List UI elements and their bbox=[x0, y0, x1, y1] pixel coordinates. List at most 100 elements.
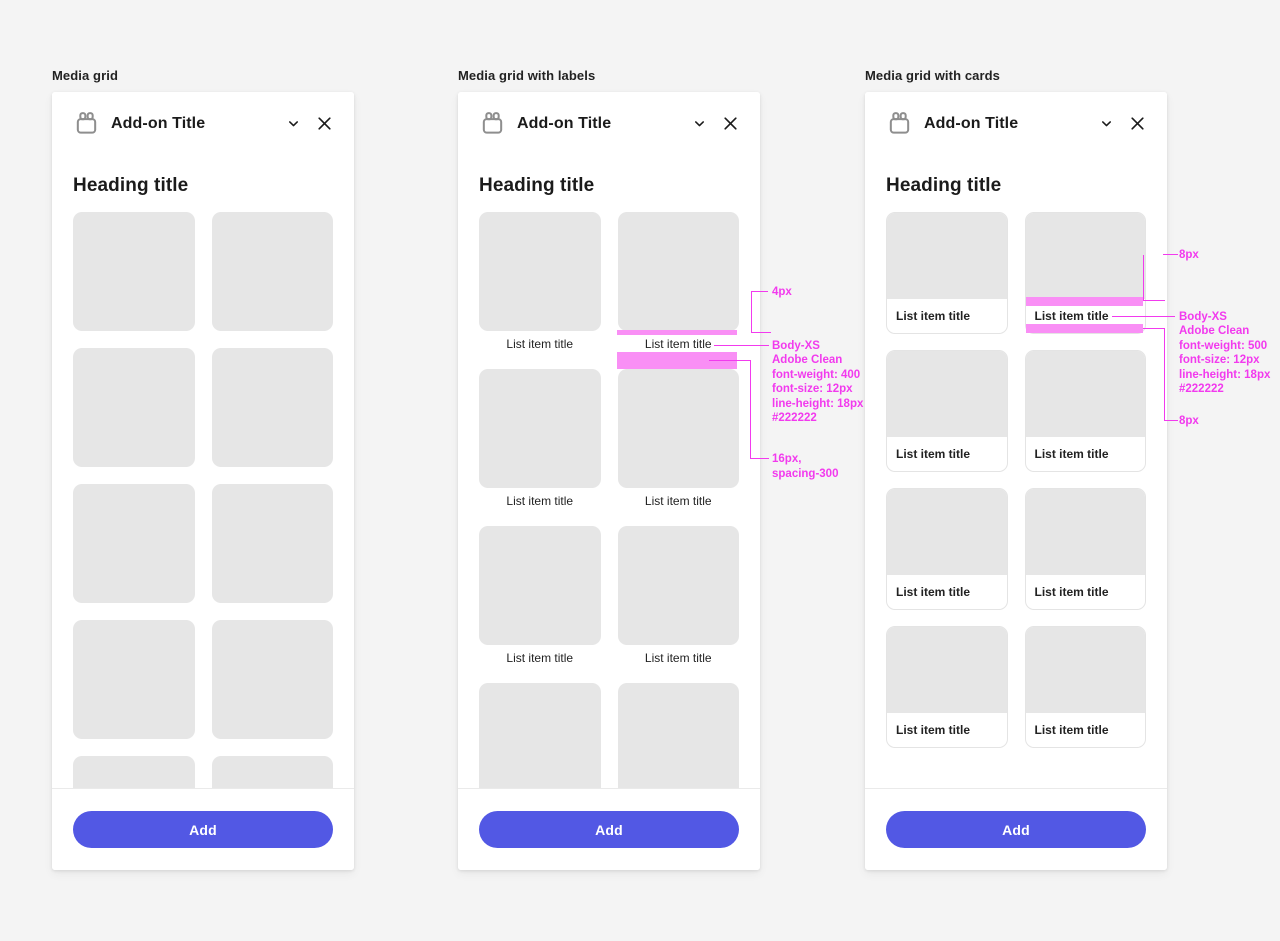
chevron-down-icon[interactable] bbox=[688, 113, 710, 135]
media-card[interactable]: List item title bbox=[1024, 212, 1146, 334]
media-card[interactable]: List item title bbox=[886, 626, 1008, 748]
media-item-label: List item title bbox=[506, 337, 574, 351]
media-thumbnail[interactable] bbox=[211, 212, 333, 331]
annotation-gap-bottom: 16px, spacing-300 bbox=[772, 453, 839, 480]
panel-header: Add-on Title bbox=[52, 92, 354, 155]
panel-body: Heading title bbox=[52, 155, 354, 788]
close-icon[interactable] bbox=[1126, 113, 1148, 135]
addon-puzzle-icon bbox=[73, 110, 100, 137]
media-card-label: List item title bbox=[896, 447, 971, 461]
section-caption-media-grid-cards: Media grid with cards bbox=[865, 68, 1001, 83]
section-caption-media-grid: Media grid bbox=[52, 68, 119, 83]
add-button[interactable]: Add bbox=[479, 811, 739, 848]
media-card[interactable]: List item title bbox=[1024, 488, 1146, 610]
addon-puzzle-icon bbox=[479, 110, 506, 137]
media-thumbnail bbox=[479, 369, 601, 488]
media-grid-with-labels: List item title List item title List ite… bbox=[479, 212, 739, 788]
media-item[interactable]: List item title bbox=[479, 212, 601, 353]
panel-footer: Add bbox=[52, 788, 354, 870]
panel-header: Add-on Title bbox=[458, 92, 760, 155]
media-thumbnail[interactable] bbox=[73, 620, 195, 739]
heading-title: Heading title bbox=[73, 175, 189, 196]
media-card-label: List item title bbox=[1034, 309, 1109, 323]
annotation-pad-bottom: 8px bbox=[1179, 415, 1199, 427]
media-card-label: List item title bbox=[1034, 723, 1109, 737]
close-icon[interactable] bbox=[719, 113, 741, 135]
chevron-down-icon[interactable] bbox=[282, 113, 304, 135]
media-thumbnail[interactable] bbox=[73, 348, 195, 467]
section-caption-media-grid-labels: Media grid with labels bbox=[458, 68, 596, 83]
media-card[interactable]: List item title bbox=[1024, 350, 1146, 472]
media-thumbnail bbox=[617, 683, 739, 788]
media-thumbnail bbox=[887, 489, 1007, 575]
media-item-label: List item title bbox=[644, 337, 712, 351]
media-item[interactable]: List item title bbox=[479, 369, 601, 510]
media-item[interactable]: List item title bbox=[617, 369, 739, 510]
media-card-label: List item title bbox=[896, 585, 971, 599]
media-thumbnail[interactable] bbox=[73, 212, 195, 331]
media-item[interactable]: List item title bbox=[617, 683, 739, 788]
media-card[interactable]: List item title bbox=[886, 350, 1008, 472]
panel-footer: Add bbox=[458, 788, 760, 870]
media-card-label: List item title bbox=[896, 723, 971, 737]
media-thumbnail bbox=[887, 213, 1007, 299]
media-item[interactable]: List item title bbox=[479, 683, 601, 788]
media-thumbnail bbox=[479, 526, 601, 645]
media-card-label: List item title bbox=[1034, 447, 1109, 461]
media-thumbnail[interactable] bbox=[211, 756, 333, 788]
media-card[interactable]: List item title bbox=[886, 212, 1008, 334]
design-spec-board: Media grid Media grid with labels Media … bbox=[0, 0, 1280, 941]
media-thumbnail bbox=[887, 627, 1007, 713]
close-icon[interactable] bbox=[313, 113, 335, 135]
media-thumbnail bbox=[617, 212, 739, 331]
heading-title: Heading title bbox=[886, 175, 1002, 196]
media-grid-with-cards: List item title List item title List ite… bbox=[886, 212, 1146, 748]
media-item-label: List item title bbox=[506, 651, 574, 665]
heading-title: Heading title bbox=[479, 175, 595, 196]
panel-media-grid: Add-on Title Heading title Add bbox=[52, 92, 354, 870]
panel-title: Add-on Title bbox=[517, 114, 612, 132]
media-thumbnail bbox=[479, 212, 601, 331]
media-thumbnail bbox=[617, 369, 739, 488]
media-item[interactable]: List item title bbox=[617, 526, 739, 667]
annotation-spec-title: Body-XS bbox=[772, 340, 820, 352]
annotation-spec-lines: Adobe Clean font-weight: 500 font-size: … bbox=[1179, 325, 1271, 396]
media-thumbnail[interactable] bbox=[73, 484, 195, 603]
media-thumbnail bbox=[617, 526, 739, 645]
media-card-label: List item title bbox=[1034, 585, 1109, 599]
media-thumbnail[interactable] bbox=[211, 620, 333, 739]
panel-body: Heading title List item title List item … bbox=[865, 155, 1167, 788]
panel-media-grid-with-cards: Add-on Title Heading title List item tit… bbox=[865, 92, 1167, 870]
panel-body: Heading title List item title List item … bbox=[458, 155, 760, 788]
annotation-spec-title: Body-XS bbox=[1179, 311, 1227, 323]
media-thumbnail bbox=[1025, 351, 1145, 437]
media-thumbnail bbox=[1025, 213, 1145, 299]
annotation-spec-lines: Adobe Clean font-weight: 400 font-size: … bbox=[772, 354, 864, 425]
panel-title: Add-on Title bbox=[924, 114, 1019, 132]
add-button[interactable]: Add bbox=[73, 811, 333, 848]
media-thumbnail bbox=[1025, 627, 1145, 713]
addon-puzzle-icon bbox=[886, 110, 913, 137]
media-item[interactable]: List item title bbox=[479, 526, 601, 667]
media-thumbnail bbox=[479, 683, 601, 788]
media-grid bbox=[73, 212, 333, 788]
panel-title: Add-on Title bbox=[111, 114, 206, 132]
annotation-gap-top: 4px bbox=[772, 286, 792, 298]
media-thumbnail bbox=[1025, 489, 1145, 575]
media-item[interactable]: List item title bbox=[617, 212, 739, 353]
add-button[interactable]: Add bbox=[886, 811, 1146, 848]
media-card-label: List item title bbox=[896, 309, 971, 323]
media-card[interactable]: List item title bbox=[1024, 626, 1146, 748]
media-card[interactable]: List item title bbox=[886, 488, 1008, 610]
media-thumbnail[interactable] bbox=[73, 756, 195, 788]
panel-footer: Add bbox=[865, 788, 1167, 870]
media-item-label: List item title bbox=[506, 494, 574, 508]
media-item-label: List item title bbox=[644, 494, 712, 508]
media-thumbnail[interactable] bbox=[211, 348, 333, 467]
media-thumbnail bbox=[887, 351, 1007, 437]
chevron-down-icon[interactable] bbox=[1095, 113, 1117, 135]
media-item-label: List item title bbox=[644, 651, 712, 665]
annotation-pad-top: 8px bbox=[1179, 249, 1199, 261]
media-thumbnail[interactable] bbox=[211, 484, 333, 603]
panel-header: Add-on Title bbox=[865, 92, 1167, 155]
